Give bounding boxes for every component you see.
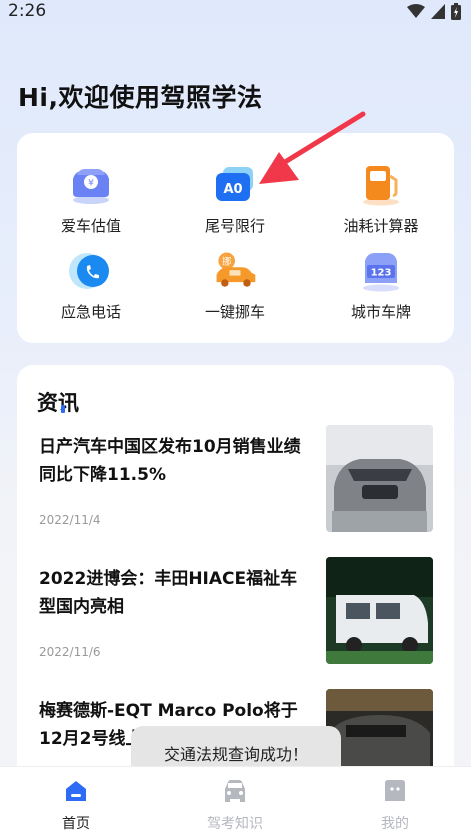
tool-label: 应急电话 xyxy=(60,303,121,321)
tool-move-car[interactable]: 挪 一键挪车 xyxy=(165,247,305,337)
news-headline: 日产汽车中国区发布10月销售业绩 同比下降11.5% xyxy=(39,437,301,485)
city-plate-icon: 123 xyxy=(357,247,405,295)
nav-label: 驾考知识 xyxy=(207,816,263,832)
phone-icon xyxy=(67,247,115,295)
profile-icon xyxy=(385,780,405,801)
tool-label: 一键挪车 xyxy=(204,303,265,321)
greeting-title: Hi,欢迎使用驾照学法 xyxy=(18,83,263,112)
car-valuation-icon: ¥ xyxy=(67,161,115,209)
battery-icon xyxy=(451,3,461,20)
news-date: 2022/11/6 xyxy=(39,645,101,659)
plate-restriction-icon: A0 xyxy=(211,161,259,209)
tool-label: 油耗计算器 xyxy=(343,217,419,235)
svg-text:¥: ¥ xyxy=(88,179,94,189)
red-arrow-annotation xyxy=(259,111,366,184)
tool-label: 爱车估值 xyxy=(60,217,121,235)
move-car-icon: 挪 xyxy=(211,247,259,295)
news-date: 2022/11/4 xyxy=(39,513,101,527)
news-title-accent xyxy=(61,405,65,413)
bottom-nav: 首页 驾考知识 我的 xyxy=(0,766,471,839)
news-thumbnail xyxy=(326,557,433,664)
news-item[interactable]: 日产汽车中国区发布10月销售业绩 同比下降11.5% 2022/11/4 xyxy=(39,425,435,543)
status-time: 2:26 xyxy=(8,1,47,21)
news-headline: 2022进博会：丰田HIACE福祉车型国内亮相 xyxy=(39,569,298,617)
move-car-badge: 挪 xyxy=(222,256,231,268)
tool-label: 尾号限行 xyxy=(204,217,265,235)
tool-emergency-phone[interactable]: 应急电话 xyxy=(21,247,161,337)
city-plate-badge: 123 xyxy=(371,268,392,279)
car-icon xyxy=(225,780,245,802)
wifi-icon xyxy=(407,4,425,18)
nav-home[interactable]: 首页 xyxy=(26,779,126,833)
nav-driving-knowledge[interactable]: 驾考知识 xyxy=(185,779,285,833)
nav-label: 首页 xyxy=(62,816,90,832)
news-item[interactable]: 2022进博会：丰田HIACE福祉车型国内亮相 2022/11/6 xyxy=(39,557,435,675)
status-bar: 2:26 xyxy=(0,0,471,24)
nav-mine[interactable]: 我的 xyxy=(345,779,445,833)
home-icon xyxy=(66,781,86,801)
status-icons xyxy=(407,3,461,20)
tool-label: 城市车牌 xyxy=(350,303,411,321)
news-thumbnail xyxy=(326,425,433,532)
tools-card: ¥ 爱车估值 A0 尾号限行 油耗计算器 应急电话 挪 一键挪车 123 城市车… xyxy=(17,133,454,343)
signal-icon xyxy=(431,4,445,19)
tool-city-plate[interactable]: 123 城市车牌 xyxy=(311,247,451,337)
tool-car-valuation[interactable]: ¥ 爱车估值 xyxy=(21,161,161,251)
news-card: 资讯 日产汽车中国区发布10月销售业绩 同比下降11.5% 2022/11/4 … xyxy=(17,365,454,785)
nav-label: 我的 xyxy=(381,816,409,832)
plate-badge: A0 xyxy=(223,182,242,197)
news-section-title: 资讯 xyxy=(37,391,79,415)
